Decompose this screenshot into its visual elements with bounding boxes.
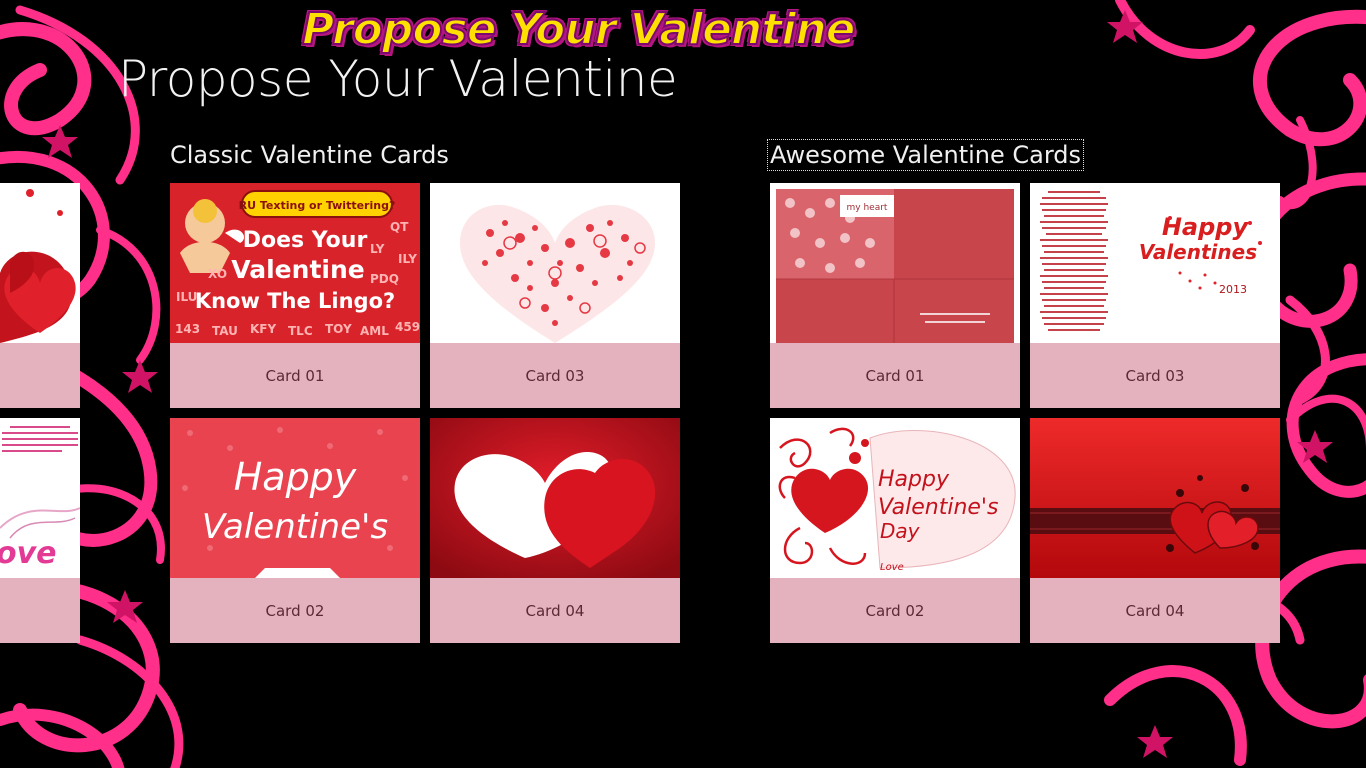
c1-line1: Does Your — [243, 228, 368, 253]
group-header-awesome[interactable]: Awesome Valentine Cards — [766, 139, 1085, 171]
a2-line4: Love — [880, 562, 904, 573]
c2-line1: Happy — [234, 455, 357, 499]
a1-note: my heart — [847, 203, 888, 213]
a3-year: 2013 — [1219, 283, 1247, 296]
heart-pattern-card-image — [430, 183, 680, 343]
tile-caption: Card 04 — [430, 578, 680, 643]
happy-valentines-day-swirl-card-image: Happy Valentine's Day Love — [770, 418, 1020, 578]
tile-caption: Card 03 — [430, 343, 680, 408]
tile-caption: Card 02 — [770, 578, 1020, 643]
c1-tag: KFY — [250, 322, 276, 336]
group-header-classic[interactable]: Classic Valentine Cards — [168, 140, 451, 170]
c1-tag: AML — [360, 324, 389, 338]
awesome-card-03-tile[interactable]: Happy Valentines 2013 Card 03 — [1030, 183, 1280, 408]
a2-line3: Day — [880, 519, 921, 543]
poem-happy-valentines-card-image: Happy Valentines 2013 — [1030, 183, 1280, 343]
paper-hearts-card-image — [430, 418, 680, 578]
partial-tile-caption — [0, 343, 80, 408]
folded-letter-card-image: my heart — [770, 183, 1020, 343]
tile-caption: Card 01 — [770, 343, 1020, 408]
c1-line2: Valentine — [231, 255, 364, 284]
red-hearts-banner-card-image — [1030, 418, 1280, 578]
classic-card-02-tile[interactable]: Happy Valentine's Card 02 — [170, 418, 420, 643]
c1-banner: RU Texting or Twittering? — [239, 199, 396, 212]
c1-tag: ILU — [176, 290, 197, 304]
awesome-card-02-tile[interactable]: Happy Valentine's Day Love Card 02 — [770, 418, 1020, 643]
classic-card-04-tile[interactable]: Card 04 — [430, 418, 680, 643]
c1-tag: 459 — [395, 320, 420, 334]
partial-tile-love[interactable]: ove — [0, 418, 80, 643]
c1-line3: Know The Lingo? — [195, 289, 395, 313]
a3-line2: Valentines — [1139, 240, 1257, 264]
c1-tag: TOY — [325, 322, 352, 336]
c1-tag: 143 — [175, 322, 200, 336]
tile-caption: Card 04 — [1030, 578, 1280, 643]
a2-line2: Valentine's — [878, 495, 998, 520]
classic-card-01-tile[interactable]: RU Texting or Twittering? Does Your Vale… — [170, 183, 420, 408]
red-hearts-image — [0, 183, 80, 343]
awesome-card-01-tile[interactable]: my heart Card 01 — [770, 183, 1020, 408]
c1-tag: XO — [208, 267, 227, 281]
c1-tag: TAU — [212, 324, 238, 338]
love-poem-image: ove — [0, 418, 80, 578]
a2-line1: Happy — [878, 467, 950, 492]
classic-card-03-tile[interactable]: Card 03 — [430, 183, 680, 408]
partial-love-text: ove — [0, 536, 57, 571]
page-title: Propose Your Valentine — [118, 50, 678, 108]
c1-tag: QT — [390, 220, 409, 234]
tile-caption: Card 03 — [1030, 343, 1280, 408]
c2-line2: Valentine's — [202, 507, 388, 547]
c1-tag: ILY — [398, 252, 417, 266]
partial-tile-hearts[interactable] — [0, 183, 80, 408]
a3-line1: Happy — [1162, 213, 1250, 241]
cupid-lingo-card-image: RU Texting or Twittering? Does Your Vale… — [170, 183, 420, 343]
c1-tag: LY — [370, 242, 385, 256]
c1-tag: TLC — [288, 324, 313, 338]
tile-caption: Card 02 — [170, 578, 420, 643]
partial-tile-caption — [0, 578, 80, 643]
tile-caption: Card 01 — [170, 343, 420, 408]
c1-tag: PDQ — [370, 272, 399, 286]
happy-valentines-pink-card-image: Happy Valentine's — [170, 418, 420, 578]
awesome-card-04-tile[interactable]: Card 04 — [1030, 418, 1280, 643]
app-logo: Propose Your Valentine — [301, 3, 857, 56]
